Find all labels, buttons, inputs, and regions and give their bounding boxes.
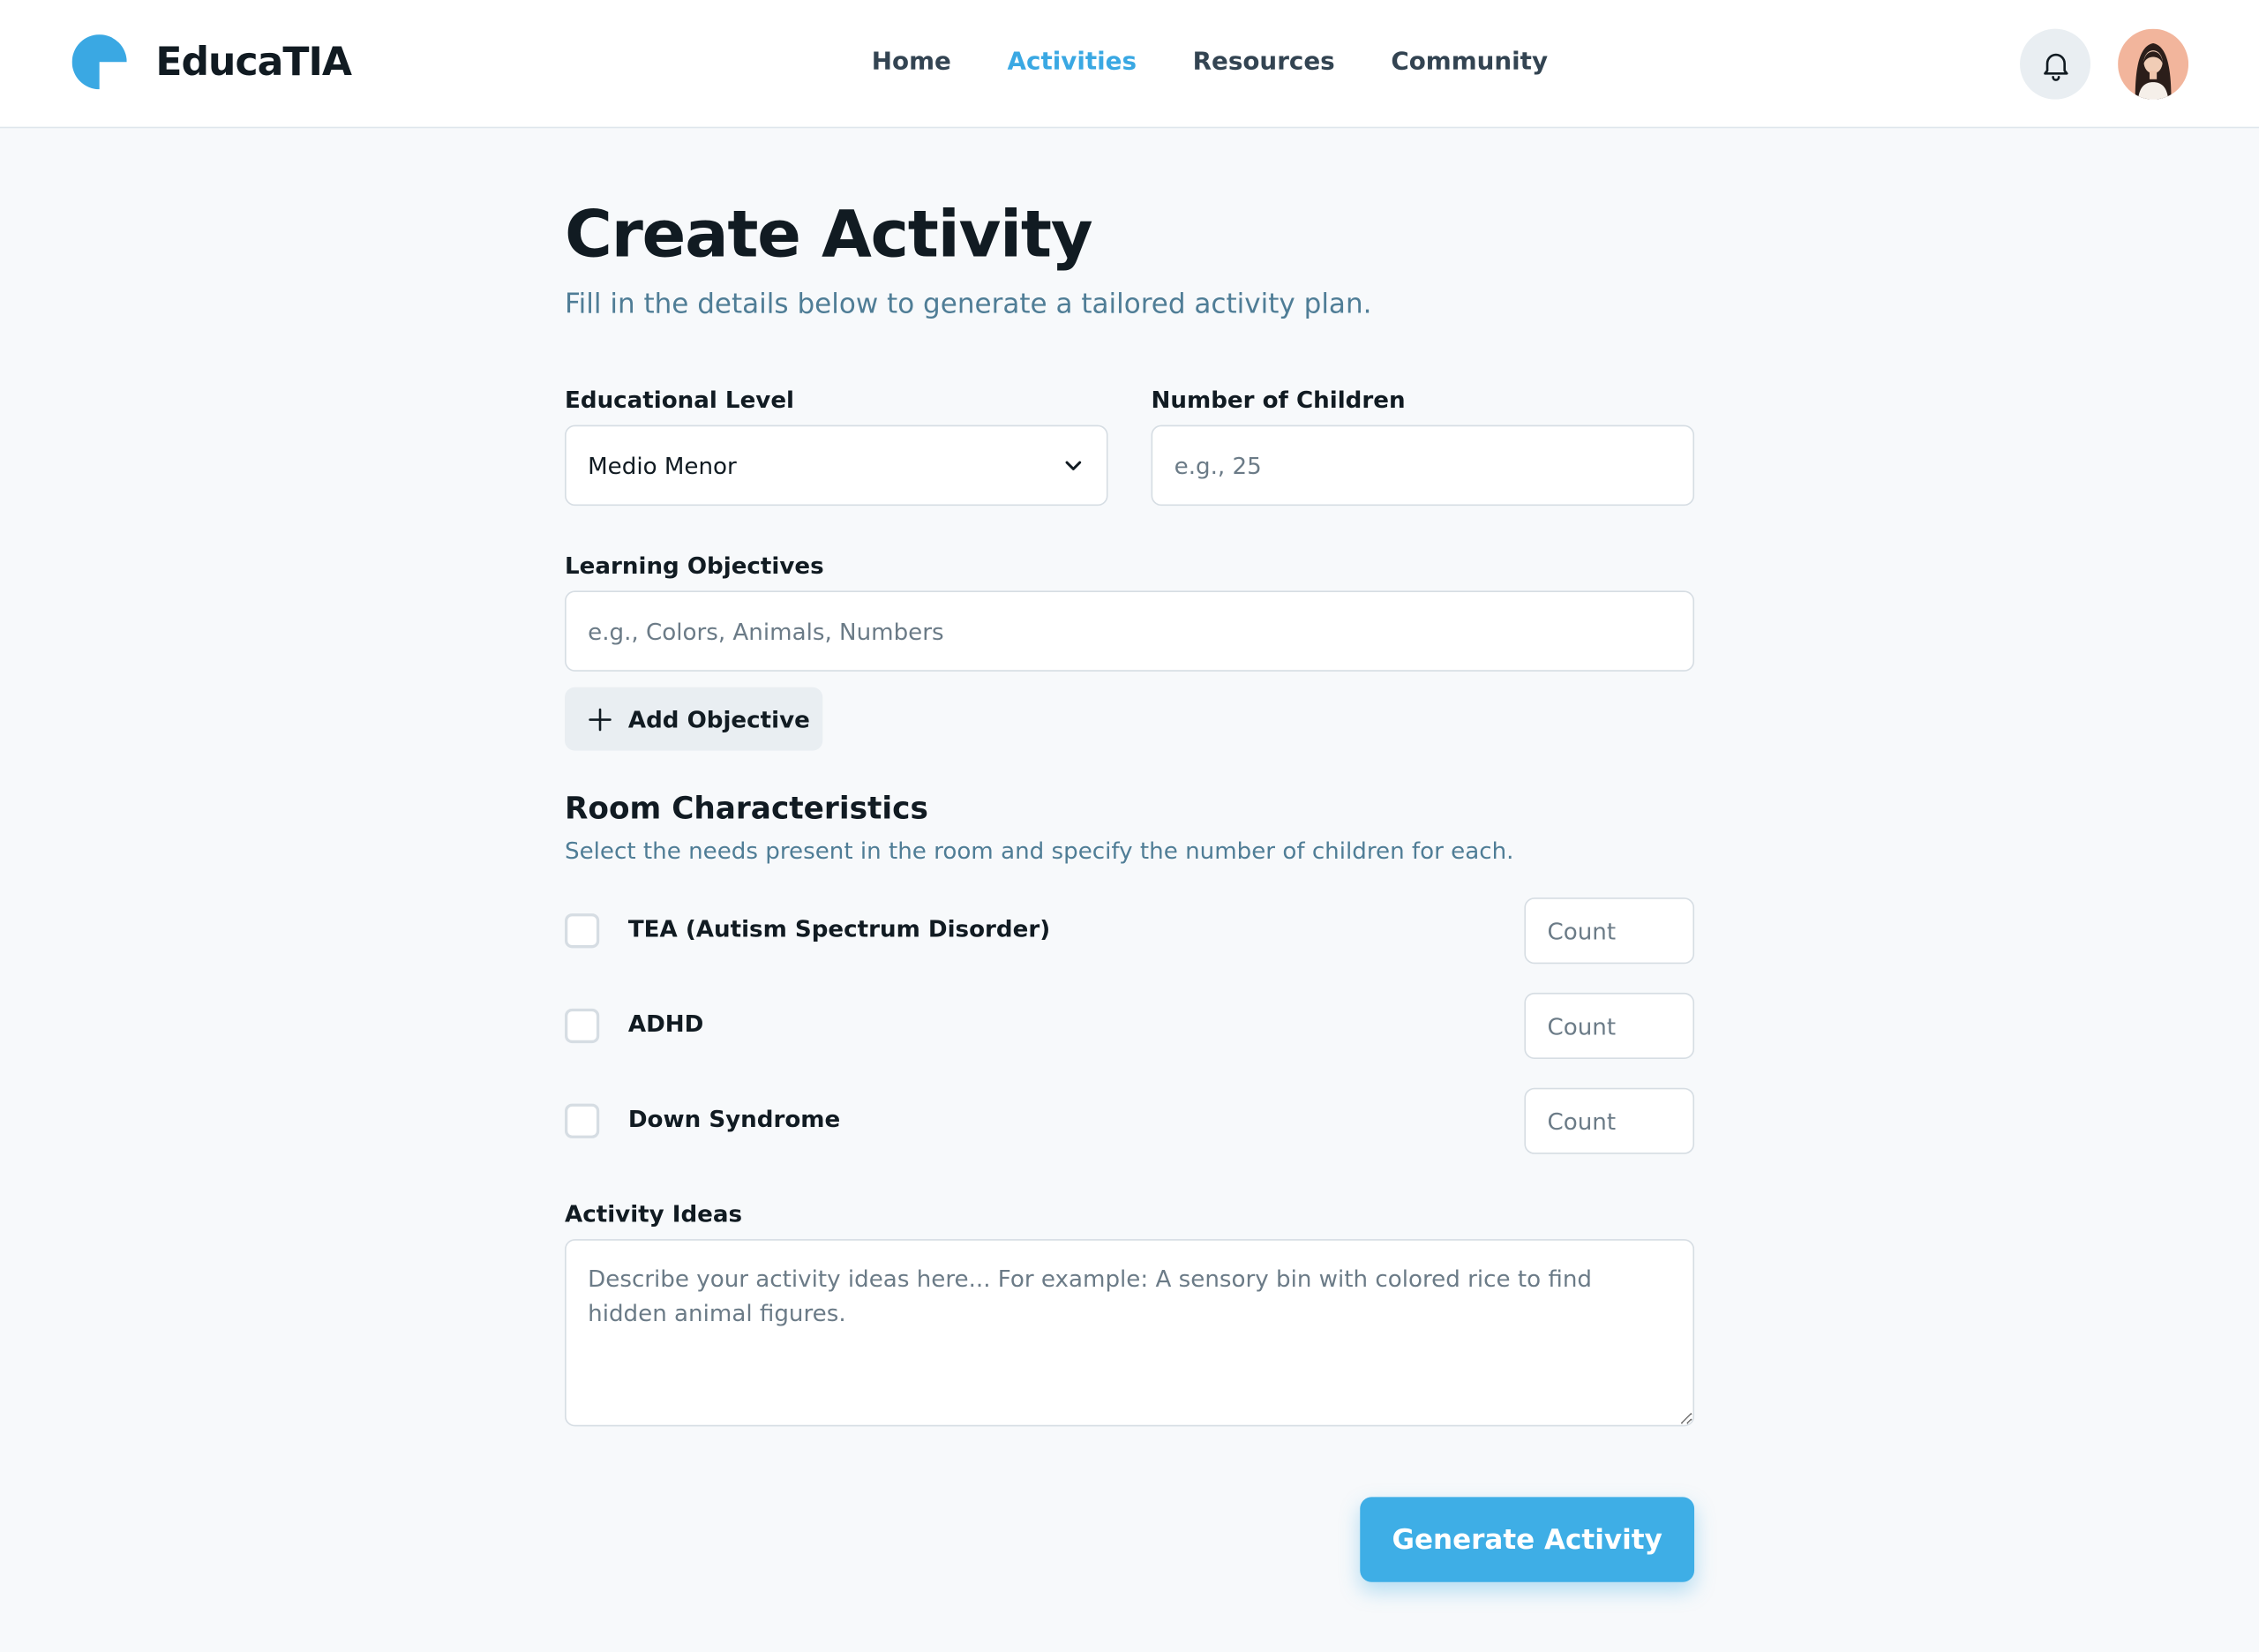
- brand-name: EducaTIA: [155, 39, 352, 85]
- tea-checkbox[interactable]: [565, 913, 600, 949]
- activity-ideas-label: Activity Ideas: [565, 1200, 743, 1228]
- add-objective-label: Add Objective: [627, 705, 810, 733]
- bell-icon: [2043, 52, 2068, 81]
- tea-count-input[interactable]: [1524, 897, 1695, 965]
- adhd-checkbox[interactable]: [565, 1008, 600, 1044]
- page-subtitle: Fill in the details below to generate a …: [565, 288, 1372, 320]
- need-row-adhd: ADHD: [565, 992, 1695, 1060]
- user-avatar-icon: [2118, 28, 2189, 100]
- avatar[interactable]: [2118, 28, 2189, 100]
- adhd-count-input[interactable]: [1524, 992, 1695, 1060]
- page-title: Create Activity: [565, 196, 1093, 273]
- number-of-children-label: Number of Children: [1151, 386, 1406, 414]
- plus-icon: [588, 707, 612, 732]
- brand[interactable]: EducaTIA: [71, 34, 352, 90]
- down-syndrome-checkbox[interactable]: [565, 1103, 600, 1138]
- learning-objectives-input[interactable]: [565, 590, 1695, 672]
- add-objective-button[interactable]: Add Objective: [565, 687, 823, 751]
- down-syndrome-label: Down Syndrome: [627, 1105, 841, 1133]
- logo-icon: [71, 34, 127, 90]
- down-syndrome-count-input[interactable]: [1524, 1087, 1695, 1154]
- need-row-tea: TEA (Autism Spectrum Disorder): [565, 897, 1695, 965]
- tea-label: TEA (Autism Spectrum Disorder): [627, 914, 1051, 942]
- nav-community[interactable]: Community: [1391, 48, 1548, 77]
- learning-objectives-label: Learning Objectives: [565, 552, 824, 580]
- nav-home[interactable]: Home: [872, 48, 951, 77]
- educational-level-value: Medio Menor: [588, 451, 737, 479]
- room-characteristics-title: Room Characteristics: [565, 791, 928, 826]
- top-navbar: EducaTIA Home Activities Resources Commu…: [0, 0, 2259, 129]
- main-nav: Home Activities Resources Community: [872, 48, 1548, 77]
- nav-resources[interactable]: Resources: [1193, 48, 1335, 77]
- room-characteristics-subtitle: Select the needs present in the room and…: [565, 837, 1514, 865]
- generate-activity-button[interactable]: Generate Activity: [1360, 1497, 1695, 1582]
- activity-ideas-textarea[interactable]: [565, 1239, 1695, 1427]
- need-row-down-syndrome: Down Syndrome: [565, 1087, 1695, 1154]
- educational-level-label: Educational Level: [565, 386, 795, 414]
- adhd-label: ADHD: [627, 1010, 704, 1038]
- nav-activities[interactable]: Activities: [1008, 48, 1137, 77]
- number-of-children-input[interactable]: [1151, 424, 1695, 507]
- chevron-down-icon: [1065, 461, 1082, 470]
- notifications-button[interactable]: [2020, 28, 2091, 100]
- educational-level-select[interactable]: Medio Menor: [565, 424, 1108, 507]
